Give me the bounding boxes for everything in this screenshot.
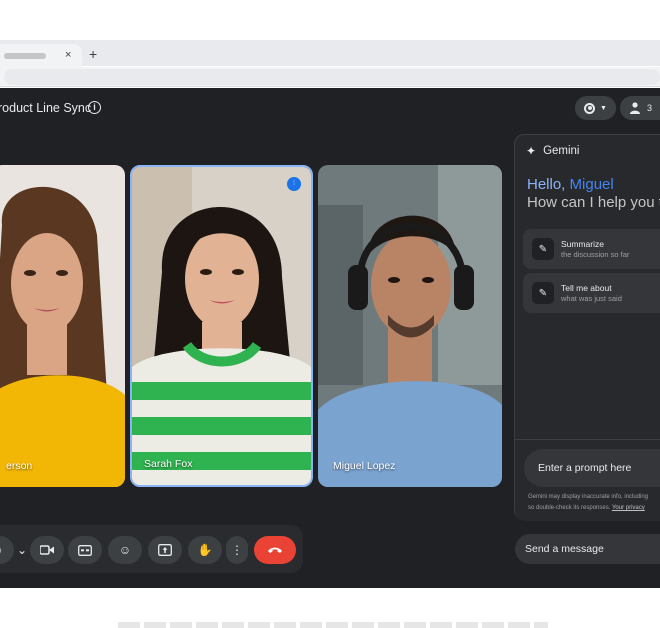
end-call-button[interactable] (254, 536, 296, 564)
camera-options-button[interactable]: ⌄ (14, 536, 30, 564)
chevron-down-icon: ⌄ (16, 543, 28, 557)
tab-title-placeholder (4, 53, 46, 59)
camera-button[interactable] (30, 536, 64, 564)
suggestion-subtitle: what was just said (561, 294, 622, 303)
more-options-button[interactable]: ⋮ (226, 536, 248, 564)
people-icon (629, 102, 640, 114)
mic-button[interactable]: 🎙 (0, 536, 14, 564)
participant-tile-2[interactable]: ⦙ Sarah Fox (130, 165, 313, 487)
gemini-header: ✦ Gemini (526, 144, 580, 158)
participant-tile-3[interactable]: Miguel Lopez (318, 165, 502, 487)
raise-hand-icon: ✋ (197, 543, 213, 557)
speaking-indicator-icon: ⦙ (287, 177, 301, 191)
participant-video-1 (0, 165, 125, 487)
browser-tab[interactable]: × (0, 44, 82, 68)
participant-name: Sarah Fox (144, 458, 193, 470)
mic-icon: 🎙 (0, 543, 5, 557)
emoji-icon: ☺ (118, 543, 132, 557)
sparkle-icon: ✦ (526, 144, 537, 158)
gemini-disclaimer: Gemini may display inaccurate info, incl… (528, 492, 660, 514)
chat-message-input[interactable]: Send a message (515, 534, 660, 564)
present-icon (158, 544, 172, 556)
greeting: Hello, Miguel (527, 176, 614, 194)
close-tab-icon[interactable]: × (65, 48, 71, 62)
suggestion-title: Summarize (561, 239, 604, 249)
captions-button[interactable] (68, 536, 102, 564)
record-icon (584, 102, 596, 114)
end-call-icon (268, 547, 282, 553)
participant-tile-1[interactable]: erson (0, 165, 125, 487)
disclaimer-line-2: so double-check its responses. (528, 505, 612, 511)
suggestion-subtitle: the discussion so far (561, 250, 630, 259)
call-controls: 🎙 ⌄ ☺ ✋ ⋮ (0, 525, 303, 573)
captions-icon (78, 544, 92, 556)
meet-window: roduct Line Sync i ▼ 3 erson ⦙ Sarah Fox… (0, 88, 660, 588)
recording-button[interactable]: ▼ (575, 96, 616, 120)
present-button[interactable] (148, 536, 182, 564)
greeting-subtitle: How can I help you t (527, 194, 660, 211)
address-bar-row (0, 67, 660, 87)
gemini-footer: Enter a prompt here Gemini may display i… (515, 439, 660, 521)
user-name: Miguel (569, 176, 614, 193)
participant-name: Miguel Lopez (333, 460, 396, 472)
chevron-down-icon: ▼ (600, 104, 607, 112)
meeting-title: roduct Line Sync (0, 101, 92, 115)
greeting-prefix: Hello, (527, 176, 570, 193)
new-tab-button[interactable]: + (89, 45, 97, 63)
gemini-prompt-input[interactable]: Enter a prompt here (524, 449, 660, 487)
gemini-panel: ✦ Gemini Hello, Miguel How can I help yo… (514, 134, 660, 521)
browser-tab-strip (0, 40, 660, 66)
suggestion-summarize[interactable]: ✎ Summarize the discussion so far (523, 229, 660, 269)
participant-name: erson (6, 460, 33, 472)
address-bar[interactable] (4, 69, 660, 85)
emoji-button[interactable]: ☺ (108, 536, 142, 564)
participant-count: 3 (646, 103, 652, 113)
participants-button[interactable]: 3 (620, 96, 660, 120)
gemini-title: Gemini (543, 145, 580, 157)
disclaimer-line-1: Gemini may display inaccurate info, incl… (528, 494, 649, 500)
suggestion-tell-me[interactable]: ✎ Tell me about what was just said (523, 273, 660, 313)
document-sparkle-icon: ✎ (532, 238, 554, 260)
camera-icon (40, 545, 54, 555)
more-icon: ⋮ (231, 543, 243, 557)
participant-video-2 (132, 167, 311, 485)
document-sparkle-icon: ✎ (532, 282, 554, 304)
privacy-link[interactable]: Your privacy (612, 505, 645, 511)
info-icon[interactable]: i (88, 101, 101, 114)
caption-text-placeholder (118, 622, 548, 628)
participant-video-3 (318, 165, 502, 487)
raise-hand-button[interactable]: ✋ (188, 536, 222, 564)
suggestion-title: Tell me about (561, 283, 612, 293)
